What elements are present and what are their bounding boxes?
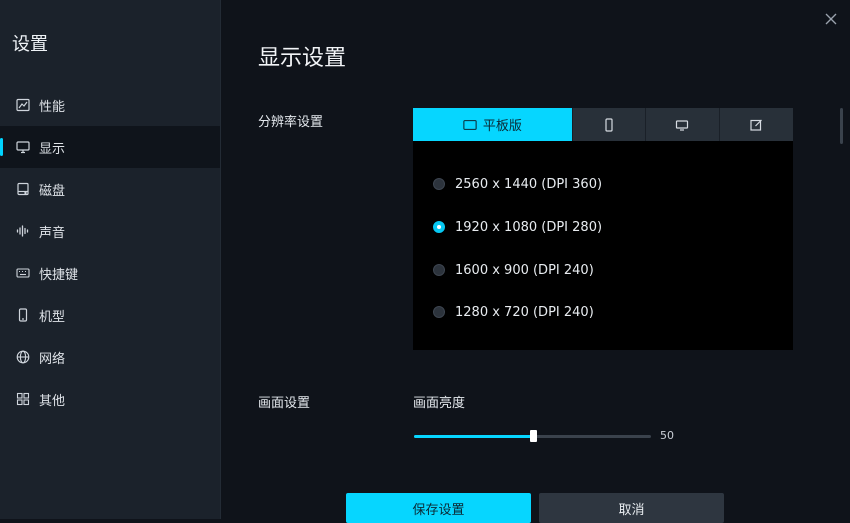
sidebar-item-display[interactable]: 显示 xyxy=(0,126,220,168)
sidebar-item-sound[interactable]: 声音 xyxy=(0,210,220,252)
monitor-icon xyxy=(16,140,30,154)
sidebar-item-disk[interactable]: 磁盘 xyxy=(0,168,220,210)
sidebar-item-network[interactable]: 网络 xyxy=(0,336,220,378)
grid-icon xyxy=(16,392,30,406)
sidebar-item-performance[interactable]: 性能 xyxy=(0,84,220,126)
phone-icon xyxy=(605,117,613,132)
sidebar-item-shortcuts[interactable]: 快捷键 xyxy=(0,252,220,294)
sidebar-item-label: 磁盘 xyxy=(39,183,66,199)
sidebar-item-label: 网络 xyxy=(39,351,66,367)
sidebar-item-label: 声音 xyxy=(39,225,66,241)
desktop-icon xyxy=(676,119,689,131)
resolution-section-label: 分辨率设置 xyxy=(258,115,324,130)
tablet-icon xyxy=(463,119,477,130)
keyboard-icon xyxy=(16,266,30,280)
resolution-option-1600[interactable]: 1600 x 900 (DPI 240) xyxy=(433,260,594,280)
brightness-slider[interactable] xyxy=(414,430,651,442)
tab-label: 平板版 xyxy=(482,119,522,134)
radio-button[interactable] xyxy=(433,178,445,190)
option-label: 2560 x 1440 (DPI 360) xyxy=(455,176,603,192)
resolution-option-2560[interactable]: 2560 x 1440 (DPI 360) xyxy=(433,174,602,194)
phone-icon xyxy=(16,308,30,322)
resolution-tabs: 平板版 xyxy=(413,108,793,141)
main-panel: 显示设置 分辨率设置 平板版 2560 x 1440 (DPI 360) 192… xyxy=(221,0,850,523)
disk-icon xyxy=(16,182,30,196)
resolution-option-1920[interactable]: 1920 x 1080 (DPI 280) xyxy=(433,217,602,237)
brightness-label: 画面亮度 xyxy=(413,396,466,411)
brightness-value: 50 xyxy=(660,429,674,442)
sidebar-item-label: 性能 xyxy=(39,99,66,115)
sidebar-title: 设置 xyxy=(12,34,48,55)
picture-section-label: 画面设置 xyxy=(258,396,311,411)
sidebar-item-label: 显示 xyxy=(39,141,66,157)
sidebar-item-other[interactable]: 其他 xyxy=(0,378,220,420)
tab-tablet[interactable]: 平板版 xyxy=(413,108,572,141)
page-title: 显示设置 xyxy=(258,46,347,71)
sidebar: 设置 性能 显示 磁盘 声音 快捷键 机型 网络 其他 xyxy=(0,0,221,519)
globe-icon xyxy=(16,350,30,364)
sidebar-item-label: 快捷键 xyxy=(39,267,79,283)
radio-button[interactable] xyxy=(433,306,445,318)
tab-custom[interactable] xyxy=(718,108,793,141)
radio-button-checked[interactable] xyxy=(433,221,445,233)
scrollbar-thumb[interactable] xyxy=(840,108,843,144)
edit-icon xyxy=(750,119,763,131)
option-label: 1920 x 1080 (DPI 280) xyxy=(455,219,603,235)
radio-button[interactable] xyxy=(433,264,445,276)
sidebar-nav: 性能 显示 磁盘 声音 快捷键 机型 网络 其他 xyxy=(0,84,220,420)
performance-chart-icon xyxy=(16,98,30,112)
sidebar-item-model[interactable]: 机型 xyxy=(0,294,220,336)
resolution-options-panel: 2560 x 1440 (DPI 360) 1920 x 1080 (DPI 2… xyxy=(413,141,793,350)
tab-desktop[interactable] xyxy=(645,108,718,141)
option-label: 1600 x 900 (DPI 240) xyxy=(455,262,594,278)
sound-wave-icon xyxy=(16,224,30,238)
sidebar-item-label: 机型 xyxy=(39,309,66,325)
tab-phone[interactable] xyxy=(571,108,645,141)
resolution-option-1280[interactable]: 1280 x 720 (DPI 240) xyxy=(433,302,594,322)
option-label: 1280 x 720 (DPI 240) xyxy=(455,304,594,320)
sidebar-item-label: 其他 xyxy=(39,393,66,409)
close-button[interactable] xyxy=(822,10,840,28)
brightness-slider-thumb[interactable] xyxy=(529,430,537,442)
close-icon xyxy=(825,13,837,25)
brightness-slider-fill xyxy=(414,435,533,438)
